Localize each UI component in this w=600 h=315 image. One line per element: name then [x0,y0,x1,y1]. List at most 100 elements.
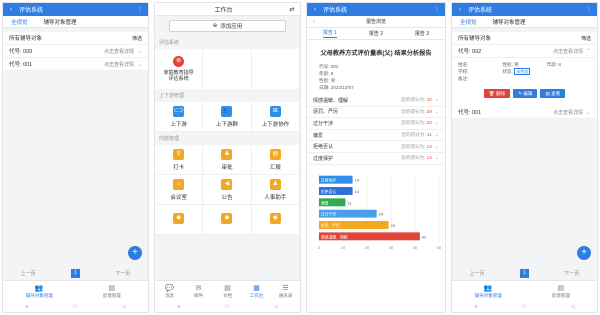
app-partial[interactable]: ◆ [155,205,204,235]
page-number[interactable]: 1 [70,268,80,278]
add-app-button[interactable]: ⊕ 添加应用 [169,20,286,32]
score-row[interactable]: 过度保护 您的得分为: 14 ⌄ [307,152,445,165]
item-action[interactable]: 点击查看详情 [553,109,583,116]
more-icon[interactable]: ⋮ [136,6,144,13]
home-icon[interactable]: □ [74,304,77,310]
filter-button[interactable]: 筛选 [581,35,591,42]
tab-report-1[interactable]: 报告 1 [322,29,338,38]
tab-all[interactable]: 全视觉 [3,18,36,26]
back-icon[interactable]: ‹ [7,7,15,13]
report-title: 父母教养方式评价量表(父) 结果分析报告 [307,40,445,63]
list-item[interactable]: 代号: 001 点击查看详情 ⌄ [3,58,148,71]
detail-name: 姓名: [458,62,469,67]
filter-row[interactable]: 所有辅导对象 筛选 [3,32,148,45]
page-number[interactable]: 1 [519,268,529,278]
tab-manage[interactable]: 辅导对象管理 [485,18,534,26]
filter-row[interactable]: 所有辅导对象 筛选 [452,32,597,45]
score-row[interactable]: 拒绝否认 您的得分为: 14 ⌄ [307,141,445,153]
app-checkin[interactable]: ⚲ 打卡 [155,145,204,175]
more-icon[interactable]: ⋮ [585,6,593,13]
plus-icon: ⊕ [212,23,218,29]
nav-item-docs[interactable]: ▤ 文档 [213,281,242,302]
list-item[interactable]: 代号: 001 点击查看详情 ⌄ [452,106,597,119]
settings-icon[interactable]: ⇄ [288,6,296,13]
score-dimension: 拒绝否认 [313,144,334,151]
app-label: 家庭教育指导评估系统 [163,70,194,82]
app-bar: 工作台 ⇄ [155,3,300,16]
x-tick-label: 30 [389,245,394,250]
home-icon[interactable]: □ [523,304,526,310]
score-number: 29 [426,108,432,114]
app-notice[interactable]: ◀ 公告 [203,175,252,205]
app-label: 人事助手 [264,194,287,201]
next-page-button[interactable]: 下一页 [115,270,130,277]
item-action[interactable]: 点击查看详情 [553,48,583,55]
back-icon[interactable]: ◁ [571,304,575,310]
back-icon[interactable]: ‹ [456,7,464,13]
system-nav-bar: ≡ □ ◁ [452,302,597,312]
bar-category-label: 过分干涉 [321,211,336,216]
score-row[interactable]: 过分干涉 您的得分为: 24 ⌄ [307,118,445,130]
app-icon: ◆ [221,212,233,224]
bar-category-label: 拒绝否认 [321,189,336,194]
list-item[interactable]: 代号: 002 点击查看详情 ⌃ [452,45,597,58]
nav-item-messages[interactable]: 💬 消息 [155,281,184,302]
delete-button[interactable]: 🗑 删除 [483,89,511,98]
menu-icon[interactable]: ≡ [26,304,29,310]
item-code: 代号: 001 [458,110,482,116]
back-icon[interactable]: ‹ [311,7,319,13]
app-updown-group[interactable]: 👥 上下游群 [203,102,252,132]
score-dimension: 惩罚、严厉 [313,109,339,116]
app-report[interactable]: ▤ 汇报 [251,145,300,175]
tab-manage[interactable]: 辅导对象管理 [36,18,85,26]
nav-item-subjects[interactable]: 👥 辅导对象管理 [452,281,525,302]
bar-value-label: 14 [355,177,360,182]
score-row[interactable]: 情感温暖、理解 您的得分为: 42 ⌄ [307,95,445,107]
menu-icon[interactable]: ≡ [178,304,181,310]
app-meeting-room[interactable]: ⌂ 会议室 [155,175,204,205]
list-item[interactable]: 代号: 009 点击查看详情 ⌄ [3,45,148,58]
add-button[interactable]: + [128,246,142,260]
nav-item-feedback[interactable]: ▤ 反馈管理 [76,281,149,302]
detail-gender: 性别: 男 [502,62,519,67]
menu-icon[interactable]: ≡ [475,304,478,310]
item-action[interactable]: 点击查看详情 [104,61,134,68]
tab-all[interactable]: 全视觉 [452,18,485,26]
app-partial[interactable]: ◆ [203,205,252,235]
score-row[interactable]: 偏爱 您的得分为: 11 ⌄ [307,129,445,142]
add-button[interactable]: + [577,246,591,260]
item-action[interactable]: 点击查看详情 [104,48,134,55]
home-icon[interactable]: □ [226,304,229,310]
app-partial[interactable]: ◆ [251,205,300,235]
nav-item-mail[interactable]: ✉ 邮件 [184,281,213,302]
score-dimension: 过分干涉 [313,120,334,127]
nav-item-contacts[interactable]: ☰ 通讯录 [271,281,300,302]
tab-report-3[interactable]: 报告 3 [415,30,429,37]
tab-report-2[interactable]: 报告 2 [369,30,383,37]
back-icon[interactable]: ◁ [122,304,126,310]
nav-item-feedback[interactable]: ▤ 反馈管理 [525,281,598,302]
item-code: 代号: 002 [458,49,482,55]
back-icon[interactable]: ‹ [313,19,315,25]
report-icon: ▤ [269,148,281,160]
prev-page-button[interactable]: 上一页 [21,270,36,277]
app-updown[interactable]: ⊂⊃ 上下游 [155,102,204,132]
back-icon[interactable]: ◁ [274,304,278,310]
filter-button[interactable]: 筛选 [132,35,142,42]
app-hr-assistant[interactable]: ♟ 人事助手 [251,175,300,205]
nav-item-workbench[interactable]: ▦ 工作台 [242,281,271,302]
action-buttons: 🗑 删除 ✎ 编辑 ▤ 查看 [452,85,597,102]
app-updown-collab[interactable]: ⊞ 上下游协作 [251,102,300,132]
nav-item-subjects[interactable]: 👥 辅导对象管理 [3,281,76,302]
edit-button[interactable]: ✎ 编辑 [513,89,538,98]
score-row[interactable]: 惩罚、严厉 您的得分为: 29 ⌄ [307,106,445,119]
app-approval[interactable]: ♟ 审批 [203,145,252,175]
next-page-button[interactable]: 下一页 [564,270,579,277]
app-bar: ‹ 评估系统 ⋮ [307,3,445,16]
bottom-nav: 💬 消息 ✉ 邮件 ▤ 文档 ▦ 工作台 ☰ 通讯录 [155,280,300,302]
view-button[interactable]: ▤ 查看 [540,89,566,98]
more-icon[interactable]: ⋮ [433,6,441,13]
prev-page-button[interactable]: 上一页 [470,270,485,277]
status-label: 状态: [502,69,513,74]
app-eval-system[interactable]: ⊛ 家庭教育指导评估系统 [155,49,204,89]
